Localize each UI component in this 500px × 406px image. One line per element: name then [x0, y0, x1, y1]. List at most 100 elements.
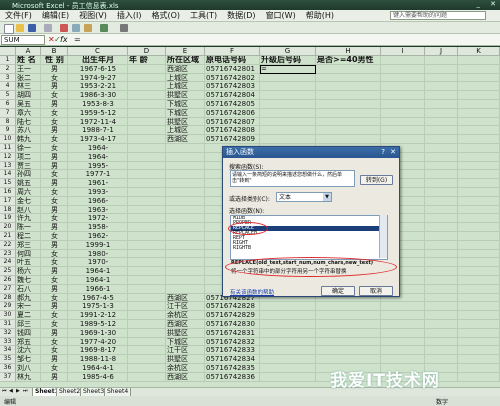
- function-help-link[interactable]: 有关该函数的帮助: [230, 288, 274, 296]
- table-cell[interactable]: 余杭区: [166, 364, 205, 373]
- cut-icon[interactable]: [60, 24, 68, 32]
- table-cell[interactable]: 女: [41, 188, 68, 197]
- table-cell[interactable]: [458, 258, 500, 268]
- table-cell[interactable]: 女: [41, 346, 68, 356]
- table-cell[interactable]: [425, 311, 458, 320]
- category-select[interactable]: 文本 ▼: [276, 192, 332, 202]
- table-cell[interactable]: 程二: [16, 232, 41, 241]
- sheet-nav-icon[interactable]: ⏮: [2, 388, 7, 394]
- table-cell[interactable]: 男: [41, 240, 68, 250]
- table-cell[interactable]: [260, 91, 316, 100]
- table-cell[interactable]: 1986-3-30: [68, 91, 128, 100]
- table-cell[interactable]: [316, 311, 381, 320]
- table-cell[interactable]: [425, 100, 458, 109]
- table-cell[interactable]: [128, 311, 166, 320]
- table-cell[interactable]: [458, 337, 500, 347]
- header-cell[interactable]: 年 龄: [128, 56, 166, 65]
- table-cell[interactable]: [458, 302, 500, 312]
- column-header[interactable]: A: [16, 47, 41, 56]
- table-cell[interactable]: [260, 117, 316, 127]
- row-header[interactable]: 29: [0, 302, 16, 312]
- table-cell[interactable]: 上城区: [166, 73, 205, 83]
- table-cell[interactable]: [425, 328, 458, 338]
- row-header[interactable]: 22: [0, 240, 16, 250]
- table-cell[interactable]: [128, 240, 166, 250]
- table-cell[interactable]: [166, 161, 205, 171]
- function-list-item[interactable]: RIGHTB: [231, 246, 387, 251]
- table-cell[interactable]: 男: [41, 82, 68, 92]
- table-cell[interactable]: 女: [41, 91, 68, 100]
- table-cell[interactable]: 05716742835: [205, 364, 260, 373]
- table-cell[interactable]: 女: [41, 320, 68, 329]
- column-header[interactable]: D: [128, 47, 166, 56]
- table-cell[interactable]: 贾三: [16, 161, 41, 171]
- table-cell[interactable]: 1958-: [68, 223, 128, 232]
- header-cell[interactable]: 原电话号码: [205, 56, 260, 65]
- row-header[interactable]: 35: [0, 355, 16, 364]
- table-cell[interactable]: [381, 82, 425, 92]
- table-cell[interactable]: 05716742807: [205, 117, 260, 127]
- table-cell[interactable]: [458, 320, 500, 329]
- table-cell[interactable]: [316, 117, 381, 127]
- table-cell[interactable]: 女: [41, 135, 68, 144]
- table-cell[interactable]: 男: [41, 152, 68, 162]
- row-header[interactable]: 30: [0, 311, 16, 320]
- table-cell[interactable]: [425, 91, 458, 100]
- table-cell[interactable]: [458, 276, 500, 285]
- table-cell[interactable]: [458, 196, 500, 206]
- name-box[interactable]: SUM: [1, 35, 45, 45]
- table-cell[interactable]: 刘八: [16, 364, 41, 373]
- table-cell[interactable]: 1969-1-30: [68, 328, 128, 338]
- table-cell[interactable]: 05716742834: [205, 355, 260, 364]
- table-cell[interactable]: 女: [41, 196, 68, 206]
- table-cell[interactable]: 江干区: [166, 346, 205, 356]
- table-cell[interactable]: [260, 372, 316, 382]
- table-cell[interactable]: [425, 223, 458, 232]
- table-cell[interactable]: 1988-7-1: [68, 126, 128, 136]
- table-cell[interactable]: 1969-8-17: [68, 346, 128, 356]
- header-cell[interactable]: [458, 56, 500, 65]
- table-cell[interactable]: [381, 108, 425, 118]
- table-cell[interactable]: 邱三: [16, 320, 41, 329]
- table-cell[interactable]: 05716742831: [205, 328, 260, 338]
- table-cell[interactable]: [458, 355, 500, 364]
- table-cell[interactable]: 周六: [16, 188, 41, 197]
- table-cell[interactable]: [260, 302, 316, 312]
- table-cell[interactable]: [260, 320, 316, 329]
- table-cell[interactable]: [316, 135, 381, 144]
- table-cell[interactable]: [128, 117, 166, 127]
- table-cell[interactable]: 女: [41, 276, 68, 285]
- table-cell[interactable]: [425, 258, 458, 268]
- row-header[interactable]: 21: [0, 232, 16, 241]
- paste-icon[interactable]: [84, 24, 92, 32]
- table-cell[interactable]: [458, 135, 500, 144]
- table-cell[interactable]: [128, 126, 166, 136]
- table-cell[interactable]: [166, 284, 205, 294]
- table-cell[interactable]: [166, 223, 205, 232]
- table-cell[interactable]: [166, 276, 205, 285]
- table-cell[interactable]: 韩九: [16, 135, 41, 144]
- row-header[interactable]: 1: [0, 56, 16, 65]
- table-cell[interactable]: 1964-: [68, 144, 128, 153]
- row-header[interactable]: 28: [0, 293, 16, 303]
- select-all-corner[interactable]: [0, 47, 16, 56]
- menu-item[interactable]: 数据(D): [222, 10, 260, 21]
- search-function-input[interactable]: 请输入一条简短的说明来描述您想做什么，然后单击"转到": [230, 170, 355, 187]
- menu-item[interactable]: 视图(V): [74, 10, 112, 21]
- table-cell[interactable]: [260, 364, 316, 373]
- table-cell[interactable]: [316, 302, 381, 312]
- table-cell[interactable]: [425, 284, 458, 294]
- formula-content[interactable]: =: [74, 35, 81, 44]
- table-cell[interactable]: [166, 152, 205, 162]
- table-cell[interactable]: 1966-1: [68, 284, 128, 294]
- table-cell[interactable]: [425, 302, 458, 312]
- row-header[interactable]: 17: [0, 196, 16, 206]
- table-cell[interactable]: [166, 179, 205, 188]
- table-cell[interactable]: 拱墅区: [166, 355, 205, 364]
- minimize-icon[interactable]: _: [477, 0, 481, 8]
- row-header[interactable]: 10: [0, 135, 16, 144]
- table-cell[interactable]: 郑五: [16, 337, 41, 347]
- table-cell[interactable]: [381, 100, 425, 109]
- table-cell[interactable]: [166, 196, 205, 206]
- table-cell[interactable]: [128, 161, 166, 171]
